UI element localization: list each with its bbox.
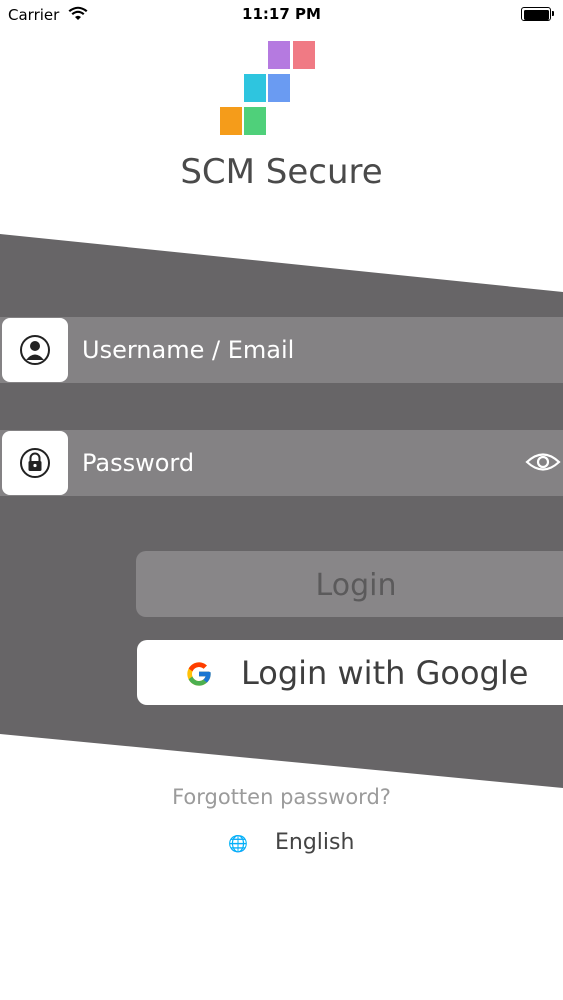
username-icon-box (2, 318, 68, 382)
eye-icon[interactable] (525, 449, 561, 479)
username-input[interactable]: Username / Email (82, 336, 294, 364)
language-label: English (275, 830, 355, 855)
globe-icon: 🌐 (228, 834, 248, 853)
user-icon (20, 335, 50, 365)
username-field[interactable]: Username / Email (0, 317, 563, 383)
login-button[interactable]: Login (136, 551, 563, 617)
google-icon (187, 662, 211, 686)
password-field[interactable]: Password (0, 430, 563, 496)
google-login-label: Login with Google (241, 654, 529, 692)
password-icon-box (2, 431, 68, 495)
google-login-button[interactable]: Login with Google (137, 640, 563, 705)
forgot-password-link[interactable]: Forgotten password? (0, 785, 563, 809)
lock-icon (20, 448, 50, 478)
login-button-label: Login (315, 568, 397, 603)
password-input[interactable]: Password (82, 449, 194, 477)
